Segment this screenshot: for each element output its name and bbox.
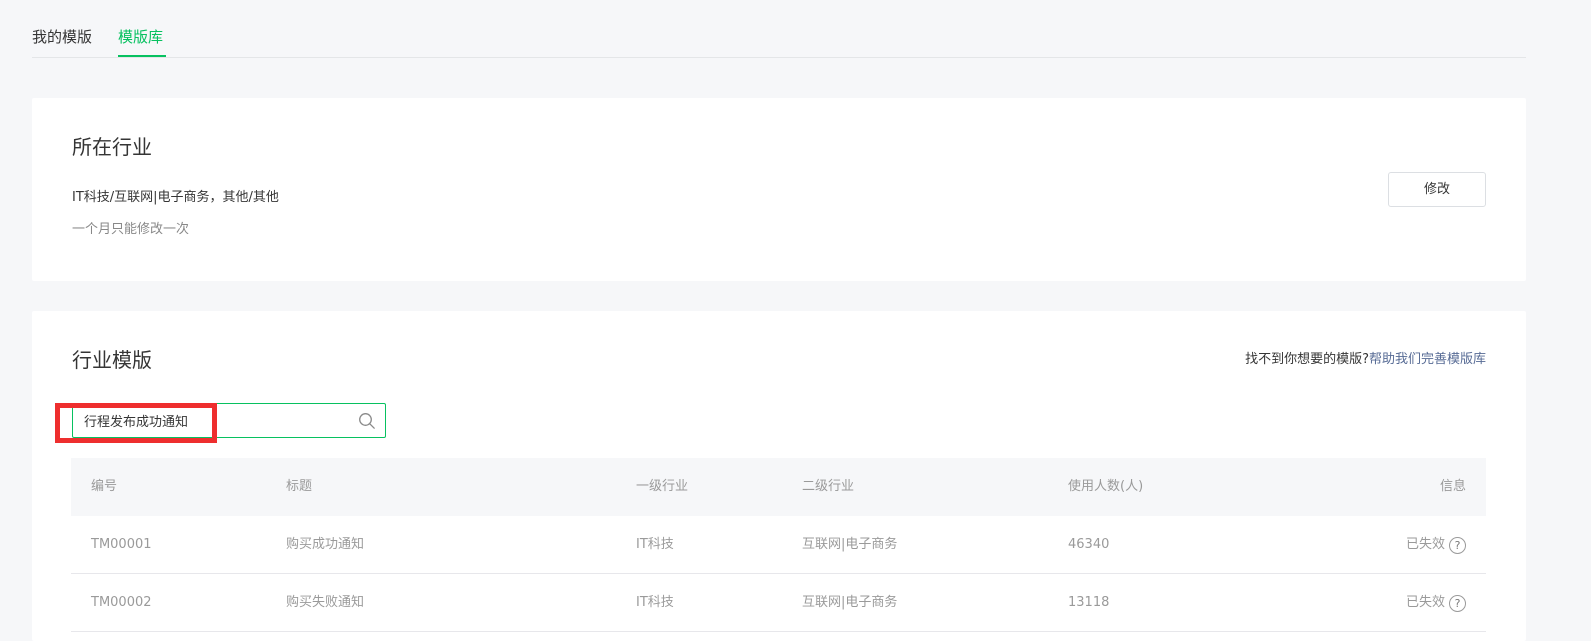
column-header-id: 编号: [91, 479, 118, 494]
industry-value: IT科技/互联网|电子商务，其他/其他: [72, 190, 279, 205]
question-icon[interactable]: ?: [1449, 536, 1466, 554]
template-search-box: [72, 403, 386, 438]
column-header-level2-industry: 二级行业: [802, 479, 855, 494]
help-improve-library-link[interactable]: 帮助我们完善模版库: [1369, 352, 1486, 367]
industry-templates-card: 行业模版 找不到你想要的模版?帮助我们完善模版库 编号 标题 一级行业 二级行业…: [32, 311, 1526, 641]
help-question: 找不到你想要的模版?: [1245, 352, 1369, 367]
row-id: TM00002: [91, 595, 152, 610]
column-header-level1-industry: 一级行业: [636, 479, 689, 494]
modify-industry-button[interactable]: 修改: [1388, 172, 1486, 207]
status-text: 已失效: [1405, 537, 1445, 552]
row-status: 已失效 ?: [1406, 536, 1466, 554]
industry-hint: 一个月只能修改一次: [72, 222, 190, 237]
row-title: 购买失败通知: [286, 595, 365, 610]
column-header-title: 标题: [286, 479, 313, 494]
table-row[interactable]: TM00001 购买成功通知 IT科技 互联网|电子商务 46340 已失效 ?: [71, 516, 1486, 574]
templates-table: 编号 标题 一级行业 二级行业 使用人数(人) 信息 TM00001 购买成功通…: [71, 458, 1486, 632]
industry-card: 所在行业 IT科技/互联网|电子商务，其他/其他 一个月只能修改一次 修改: [32, 98, 1526, 281]
tab-template-library[interactable]: 模版库: [118, 26, 163, 48]
row-user-count: 13118: [1068, 595, 1110, 610]
row-title: 购买成功通知: [286, 537, 365, 552]
row-id: TM00001: [91, 537, 152, 552]
row-level2-industry: 互联网|电子商务: [802, 595, 898, 610]
row-level1-industry: IT科技: [636, 537, 674, 552]
question-icon[interactable]: ?: [1449, 594, 1466, 612]
help-text: 找不到你想要的模版?帮助我们完善模版库: [1245, 351, 1486, 369]
row-level2-industry: 互联网|电子商务: [802, 537, 898, 552]
status-text: 已失效: [1405, 595, 1445, 610]
tab-my-templates[interactable]: 我的模版: [32, 26, 92, 48]
templates-title: 行业模版: [72, 348, 152, 372]
template-search-input[interactable]: [73, 404, 353, 437]
industry-title: 所在行业: [72, 135, 152, 159]
row-status: 已失效 ?: [1406, 594, 1466, 612]
active-tab-indicator: [118, 55, 166, 57]
column-header-info: 信息: [1439, 479, 1466, 494]
search-icon[interactable]: [358, 412, 376, 430]
tab-bar: 我的模版 模版库: [32, 0, 1526, 58]
row-user-count: 46340: [1068, 537, 1110, 552]
table-row[interactable]: TM00002 购买失败通知 IT科技 互联网|电子商务 13118 已失效 ?: [71, 574, 1486, 632]
column-header-user-count: 使用人数(人): [1068, 479, 1144, 494]
row-level1-industry: IT科技: [636, 595, 674, 610]
table-header: 编号 标题 一级行业 二级行业 使用人数(人) 信息: [71, 458, 1486, 516]
